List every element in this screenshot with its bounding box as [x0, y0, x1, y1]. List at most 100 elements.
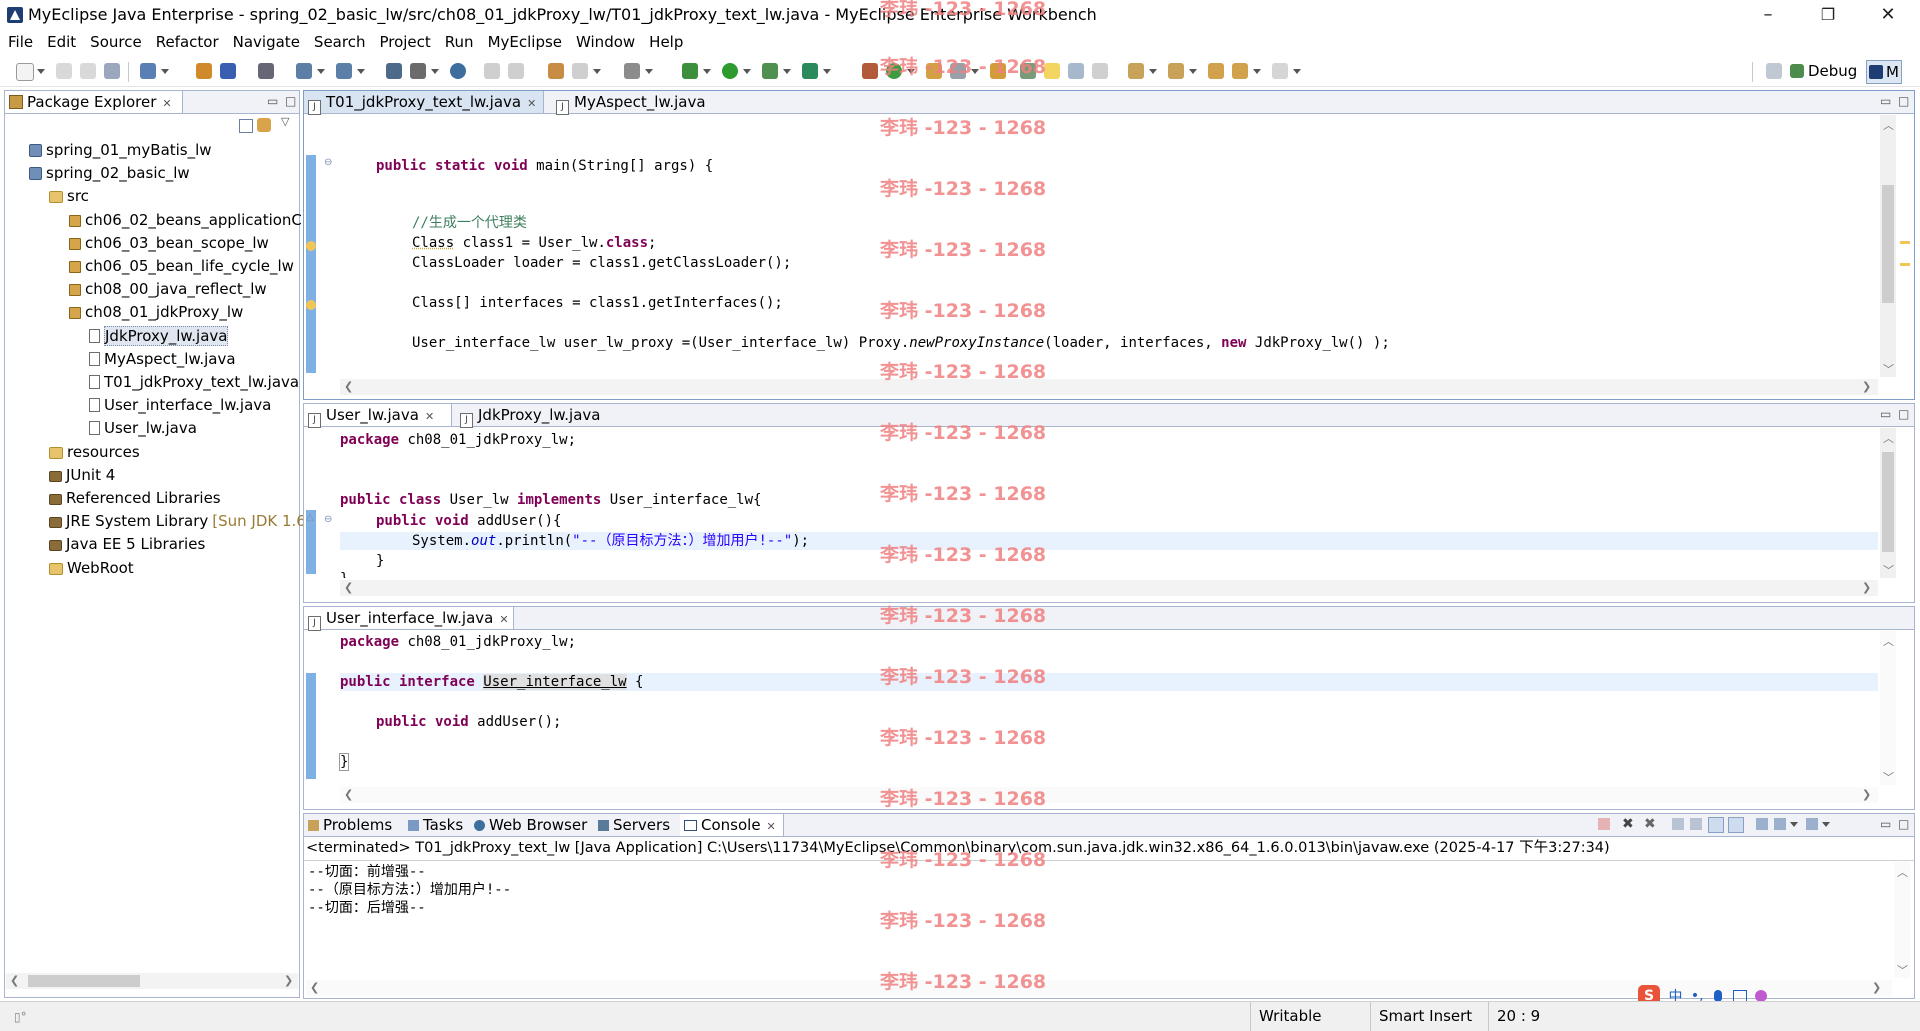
scroll-left-icon[interactable]: ❮ — [10, 974, 19, 987]
menu-source[interactable]: Source — [84, 30, 148, 54]
terminate-icon[interactable] — [1598, 818, 1610, 830]
debug-dropdown-icon[interactable] — [703, 69, 711, 74]
back-arrow-icon[interactable] — [1232, 63, 1248, 79]
toggle-block-icon[interactable] — [1068, 63, 1084, 79]
run-icon[interactable] — [722, 63, 738, 79]
fast-view-icon[interactable]: ▯° — [14, 1010, 27, 1024]
scroll-down-icon[interactable]: ﹀ — [1883, 361, 1894, 377]
collapse-all-icon[interactable] — [239, 119, 253, 133]
code-line-package[interactable]: package ch08_01_jdkProxy_lw; — [340, 431, 576, 449]
refresh-icon[interactable] — [572, 63, 588, 79]
scroll-right-icon[interactable]: ❯ — [1862, 380, 1871, 393]
tab-web-browser[interactable]: Web Browser — [470, 814, 592, 836]
code-line-main[interactable]: public static void main(String[] args) { — [376, 157, 713, 175]
editor3-vertical-scrollbar[interactable]: ︿ ﹀ — [1880, 631, 1896, 785]
maximize-editor-icon[interactable]: □ — [1898, 407, 1909, 421]
tab-user-interface-lw[interactable]: J User_interface_lw.java ✕ — [304, 607, 514, 631]
pin-console-icon[interactable] — [1756, 818, 1768, 830]
prev-annotation-icon[interactable] — [1168, 63, 1184, 79]
scroll-up-icon[interactable]: ︿ — [1897, 864, 1908, 880]
code-line-class-decl[interactable]: public class User_lw implements User_int… — [340, 491, 761, 509]
display-console-icon[interactable] — [1774, 818, 1786, 830]
open-perspective-icon[interactable] — [386, 63, 402, 79]
task-dropdown-icon[interactable] — [317, 69, 325, 74]
menu-window[interactable]: Window — [570, 30, 641, 54]
coverage-icon[interactable] — [762, 63, 778, 79]
tree-item[interactable]: spring_02_basic_lw — [29, 164, 190, 183]
overview-warning-marker[interactable] — [1900, 263, 1910, 266]
perspective-debug[interactable]: Debug — [1790, 60, 1857, 82]
fold-icon[interactable]: ⊖ — [324, 157, 332, 168]
perspective-myeclipse[interactable]: M — [1866, 60, 1902, 84]
scrollbar-thumb[interactable] — [1882, 185, 1894, 303]
view-menu-icon[interactable]: ▽ — [281, 115, 289, 128]
display-console-dropdown-icon[interactable] — [1790, 822, 1798, 827]
open-file-icon[interactable] — [548, 63, 564, 79]
tree-item[interactable]: User_lw.java — [89, 419, 197, 438]
console-output-line[interactable]: --切面：前增强-- — [308, 863, 426, 881]
open-console-icon[interactable] — [1806, 818, 1818, 830]
editor3-horizontal-scrollbar[interactable]: ❮ ❯ — [340, 787, 1878, 803]
minimize-view-icon[interactable]: ▭ — [267, 94, 278, 108]
close-tab-icon[interactable]: ✕ — [499, 609, 508, 631]
code-line-interfaces[interactable]: Class[] interfaces = class1.getInterface… — [412, 294, 783, 312]
scroll-left-icon[interactable]: ❮ — [344, 380, 353, 393]
code-line-method[interactable]: public void addUser(); — [376, 713, 561, 731]
menu-help[interactable]: Help — [643, 30, 689, 54]
back-history-icon[interactable] — [484, 63, 500, 79]
code-line-class[interactable]: Class class1 = User_lw.class; — [412, 234, 656, 252]
minimize-editor-icon[interactable]: ▭ — [1880, 407, 1891, 421]
menu-search[interactable]: Search — [308, 30, 372, 54]
scroll-right-icon[interactable]: ❯ — [284, 974, 293, 987]
forward-arrow-icon[interactable] — [1272, 63, 1288, 79]
tree-item[interactable]: JdkProxy_lw.java — [89, 325, 229, 346]
editor2-horizontal-scrollbar[interactable]: ❮ ❯ — [340, 580, 1878, 596]
scrollbar-thumb[interactable] — [28, 975, 140, 987]
open-perspective-icon[interactable] — [1766, 63, 1782, 79]
scroll-right-icon[interactable]: ❯ — [1862, 788, 1871, 801]
tab-t01-jdkproxy-text[interactable]: J T01_jdkProxy_text_lw.java ✕ — [304, 91, 544, 115]
minimize-button[interactable]: – — [1740, 0, 1796, 30]
code-line-close[interactable]: } — [338, 753, 350, 771]
code-line-println[interactable]: System.out.println("--（原目标方法：）增加用户!--"); — [412, 532, 809, 550]
menu-myeclipse[interactable]: MyEclipse — [482, 30, 568, 54]
editor1-vertical-scrollbar[interactable]: ︿ ﹀ — [1880, 115, 1896, 377]
code-line-close-class[interactable]: } — [340, 570, 348, 578]
console-output-line[interactable]: --切面：后增强-- — [308, 899, 426, 917]
scroll-up-icon[interactable]: ︿ — [1883, 117, 1894, 133]
scroll-lock-icon[interactable] — [1690, 818, 1702, 830]
web-project-dropdown-icon[interactable] — [161, 69, 169, 74]
console-icon[interactable] — [624, 63, 640, 79]
close-tab-icon[interactable]: ✕ — [527, 93, 536, 115]
refresh-dropdown-icon[interactable] — [593, 69, 601, 74]
link-with-editor-icon[interactable] — [257, 118, 271, 132]
tree-item[interactable]: T01_jdkProxy_text_lw.java — [89, 373, 299, 392]
tab-package-explorer[interactable]: Package Explorer ✕ — [5, 91, 183, 113]
scroll-down-icon[interactable]: ﹀ — [1883, 562, 1894, 578]
close-tab-icon[interactable]: ✕ — [162, 93, 171, 115]
editor2-vertical-scrollbar[interactable]: ︿ ﹀ — [1880, 428, 1896, 578]
highlight-icon[interactable] — [1044, 63, 1060, 79]
run-dropdown-icon[interactable] — [743, 69, 751, 74]
debug-bug-icon[interactable] — [682, 63, 698, 79]
forward-history-icon[interactable] — [508, 63, 524, 79]
warning-marker-icon[interactable] — [306, 241, 316, 251]
tree-item[interactable]: JRE System Library [Sun JDK 1.6 — [49, 512, 306, 531]
back-dropdown-icon[interactable] — [1253, 69, 1261, 74]
tab-user-lw[interactable]: J User_lw.java ✕ — [304, 404, 452, 428]
tree-item[interactable]: spring_01_myBatis_lw — [29, 141, 212, 160]
tree-item[interactable]: JUnit 4 — [49, 466, 115, 485]
maximize-view-icon[interactable]: □ — [1898, 817, 1909, 831]
coverage-dropdown-icon[interactable] — [783, 69, 791, 74]
tab-problems[interactable]: Problems — [304, 814, 402, 836]
save-all-icon[interactable] — [80, 63, 96, 79]
tab-console[interactable]: Console ✕ — [680, 814, 784, 836]
maximize-view-icon[interactable]: □ — [285, 94, 296, 108]
restore-button[interactable]: ❐ — [1800, 0, 1856, 30]
external-tools-icon[interactable] — [802, 63, 818, 79]
remove-launch-icon[interactable]: ✖ — [1622, 816, 1634, 832]
print-icon[interactable] — [104, 63, 120, 79]
scroll-left-icon[interactable]: ❮ — [310, 981, 319, 994]
tab-servers[interactable]: Servers — [594, 814, 678, 836]
team-icon[interactable] — [410, 63, 426, 79]
